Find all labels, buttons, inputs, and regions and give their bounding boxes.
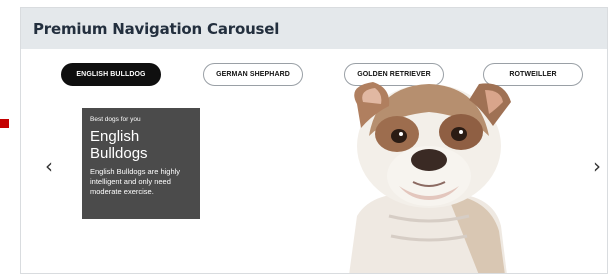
red-marker (0, 119, 9, 128)
next-arrow-icon[interactable]: › (593, 156, 601, 176)
tab-german-shephard[interactable]: GERMAN SHEPHARD (203, 63, 303, 86)
bulldog-image (349, 82, 511, 273)
carousel-header: Premium Navigation Carousel (21, 8, 607, 49)
card-body: English Bulldogs are highly intelligent … (90, 167, 181, 196)
prev-arrow-icon[interactable]: ‹ (45, 156, 53, 176)
card-title: English Bulldogs (90, 128, 148, 162)
page-title: Premium Navigation Carousel (33, 20, 280, 38)
carousel-frame: Premium Navigation Carousel ENGLISH BULL… (20, 7, 608, 274)
card-eyebrow: Best dogs for you (90, 116, 141, 123)
info-card: Best dogs for you English Bulldogs Engli… (82, 108, 200, 219)
tab-english-bulldog[interactable]: ENGLISH BULLDOG (61, 63, 161, 86)
